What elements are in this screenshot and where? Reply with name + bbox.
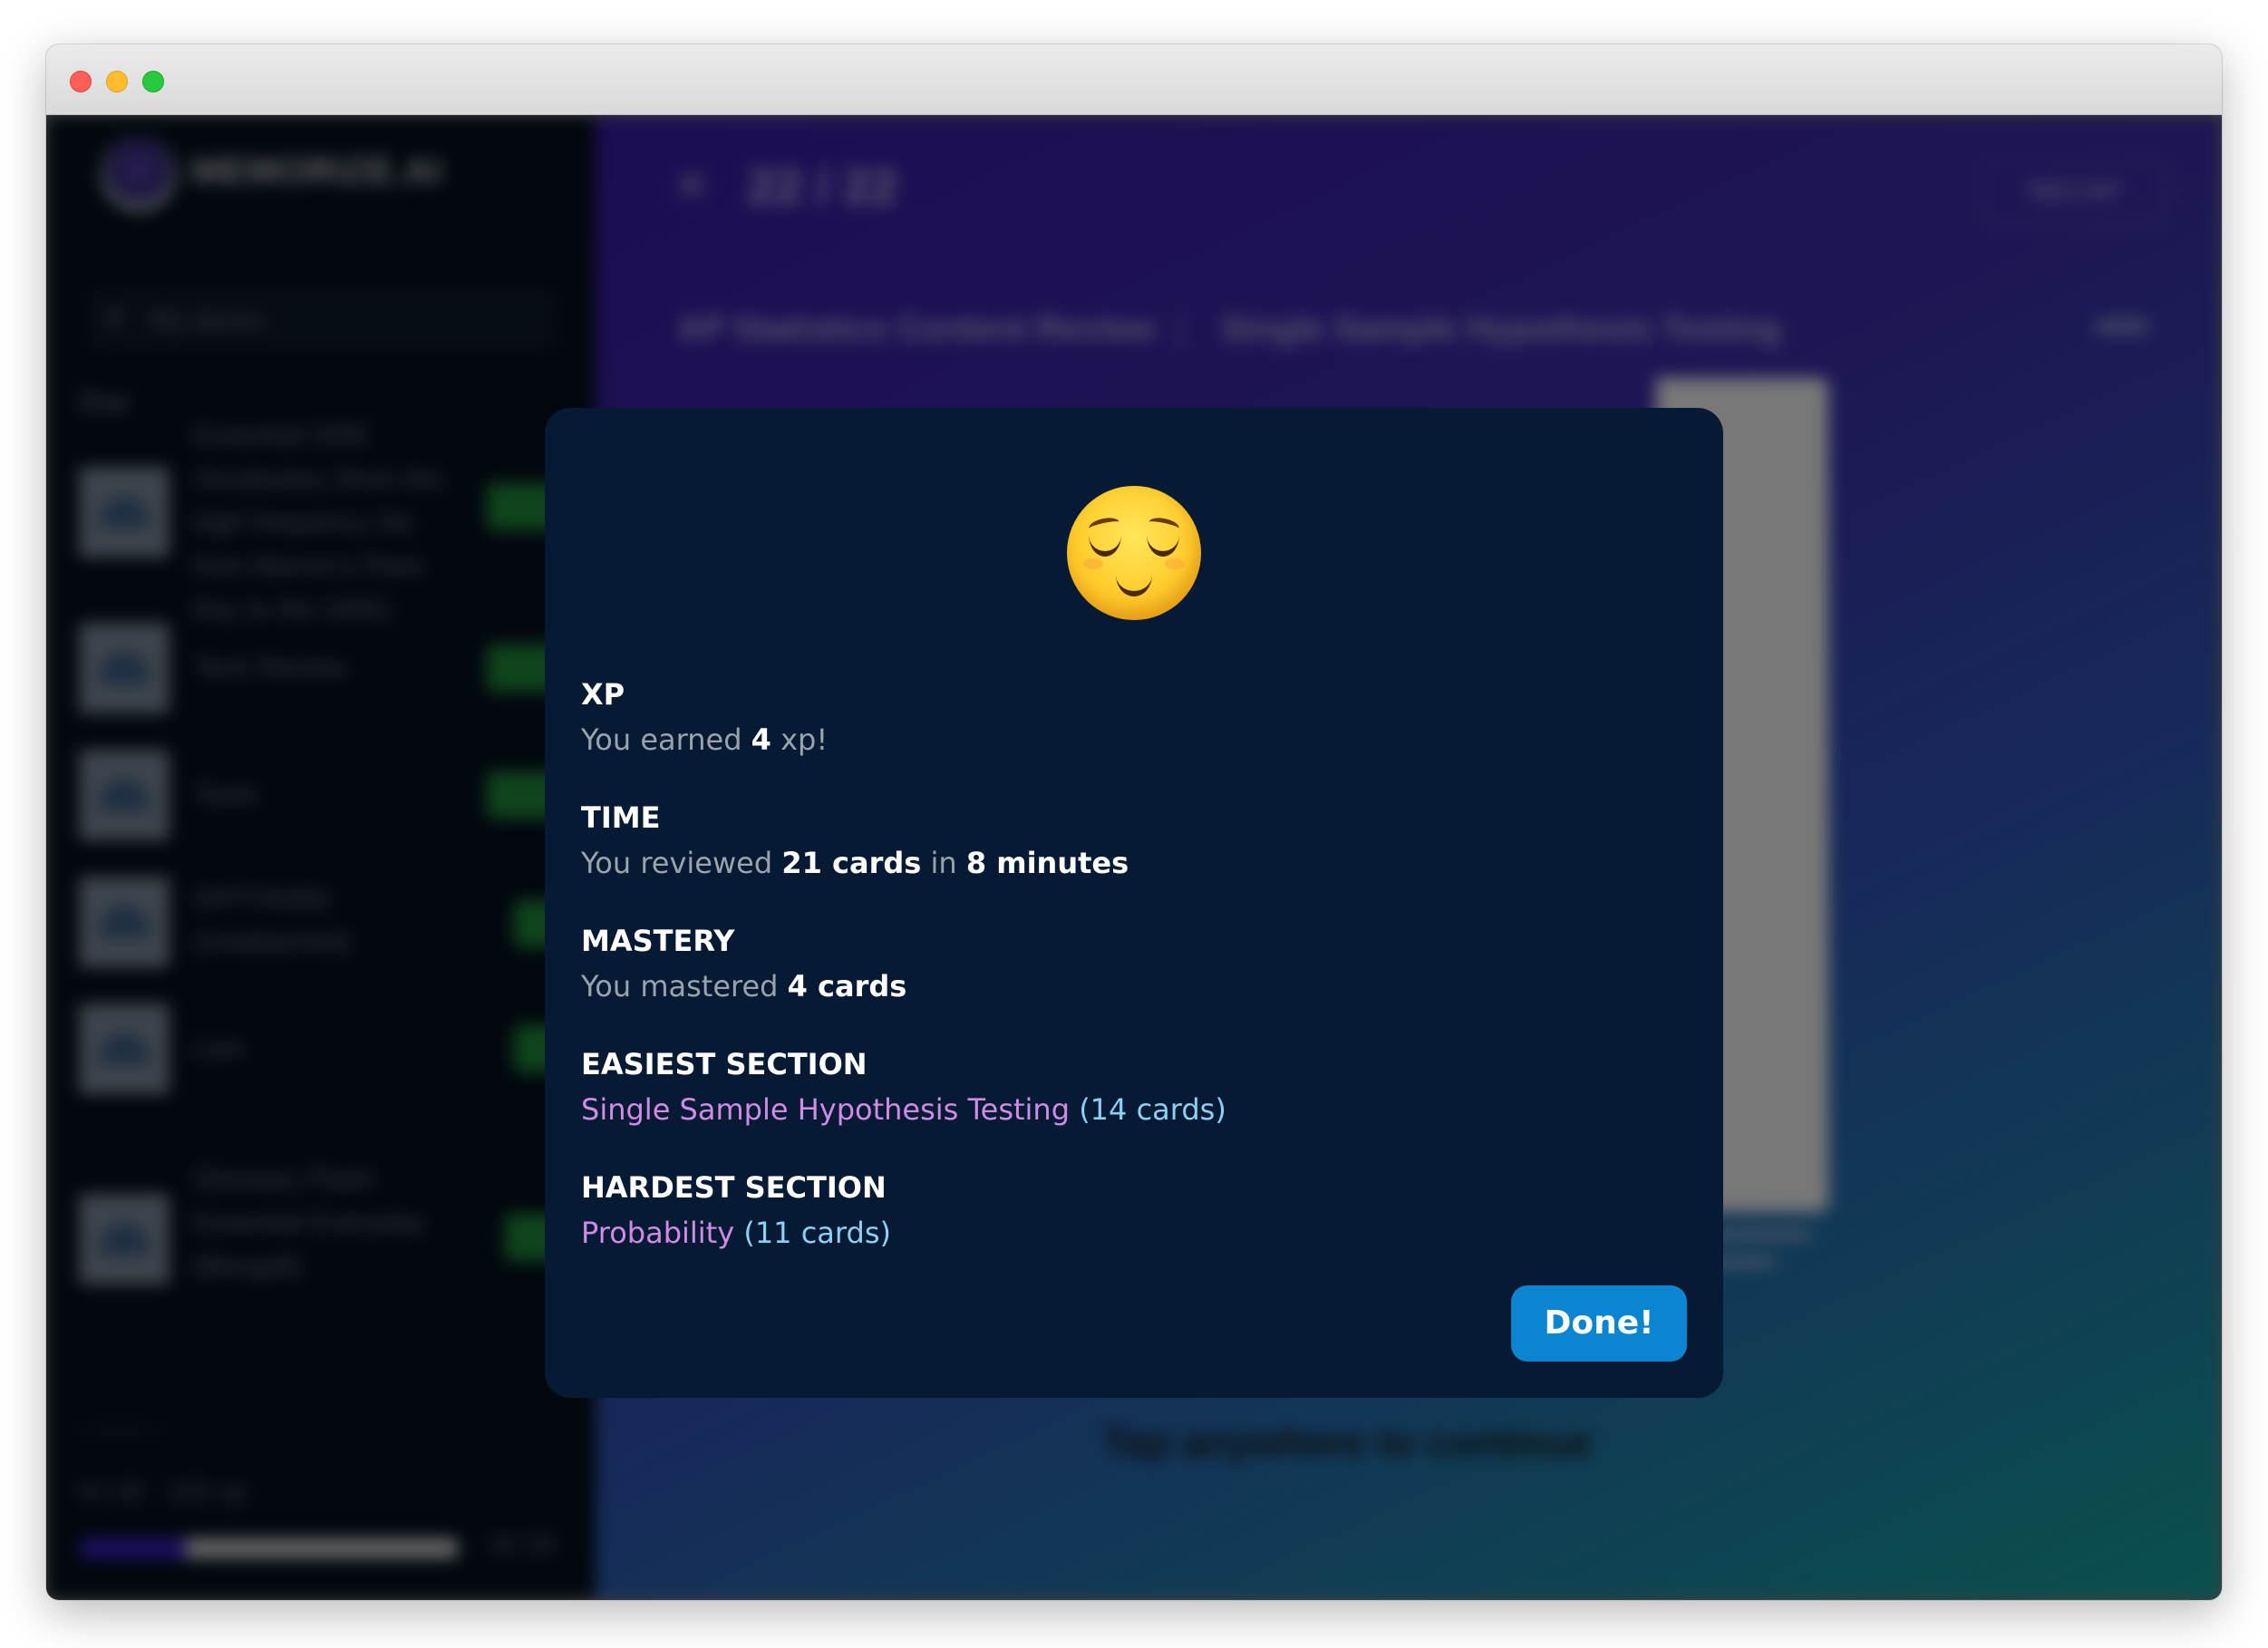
mastered-cards-count: 4 cards	[787, 969, 907, 1003]
mastery-title: MASTERY	[581, 924, 735, 958]
hardest-section-name: Probability	[581, 1216, 735, 1250]
hardest-section-title: HARDEST SECTION	[581, 1170, 887, 1205]
hardest-section-line: Probability (11 cards)	[581, 1213, 1669, 1253]
time-line: You reviewed 21 cards in 8 minutes	[581, 843, 1669, 883]
done-button[interactable]: Done!	[1511, 1285, 1687, 1362]
window-titlebar	[46, 44, 2222, 115]
easiest-section-line: Single Sample Hypothesis Testing (14 car…	[581, 1090, 1669, 1129]
easiest-section-stat: EASIEST SECTION Single Sample Hypothesis…	[581, 1044, 1669, 1129]
mastery-stat: MASTERY You mastered 4 cards	[581, 921, 1669, 1006]
time-middle: in	[930, 846, 957, 880]
time-prefix: You reviewed	[581, 846, 773, 880]
time-stat: TIME You reviewed 21 cards in 8 minutes	[581, 798, 1669, 883]
session-summary-modal: XP You earned 4 xp! TIME You reviewed 21…	[545, 408, 1723, 1398]
mastery-line: You mastered 4 cards	[581, 966, 1669, 1006]
minimize-window-button[interactable]	[106, 71, 128, 92]
easiest-section-title: EASIEST SECTION	[581, 1047, 867, 1081]
xp-line: You earned 4 xp!	[581, 720, 1669, 760]
xp-value: 4	[751, 722, 771, 757]
xp-stat: XP You earned 4 xp!	[581, 674, 1669, 760]
maximize-window-button[interactable]	[142, 71, 164, 92]
mastery-prefix: You mastered	[581, 969, 779, 1003]
app-content: MEMORIZE.AI ⚲ My decks Due Essential GRE…	[46, 115, 2222, 1600]
xp-suffix: xp!	[780, 722, 829, 757]
close-window-button[interactable]	[70, 71, 92, 92]
xp-prefix: You earned	[581, 722, 742, 757]
reviewed-cards-count: 21 cards	[781, 846, 922, 880]
easiest-section-name: Single Sample Hypothesis Testing	[581, 1092, 1071, 1127]
hardest-section-stat: HARDEST SECTION Probability (11 cards)	[581, 1168, 1669, 1253]
hardest-section-count: (11 cards)	[743, 1216, 891, 1250]
time-title: TIME	[581, 800, 661, 835]
app-window: MEMORIZE.AI ⚲ My decks Due Essential GRE…	[46, 44, 2222, 1600]
relieved-face-icon	[1067, 486, 1201, 620]
easiest-section-count: (14 cards)	[1079, 1092, 1226, 1127]
xp-title: XP	[581, 677, 625, 712]
review-minutes: 8 minutes	[965, 846, 1129, 880]
